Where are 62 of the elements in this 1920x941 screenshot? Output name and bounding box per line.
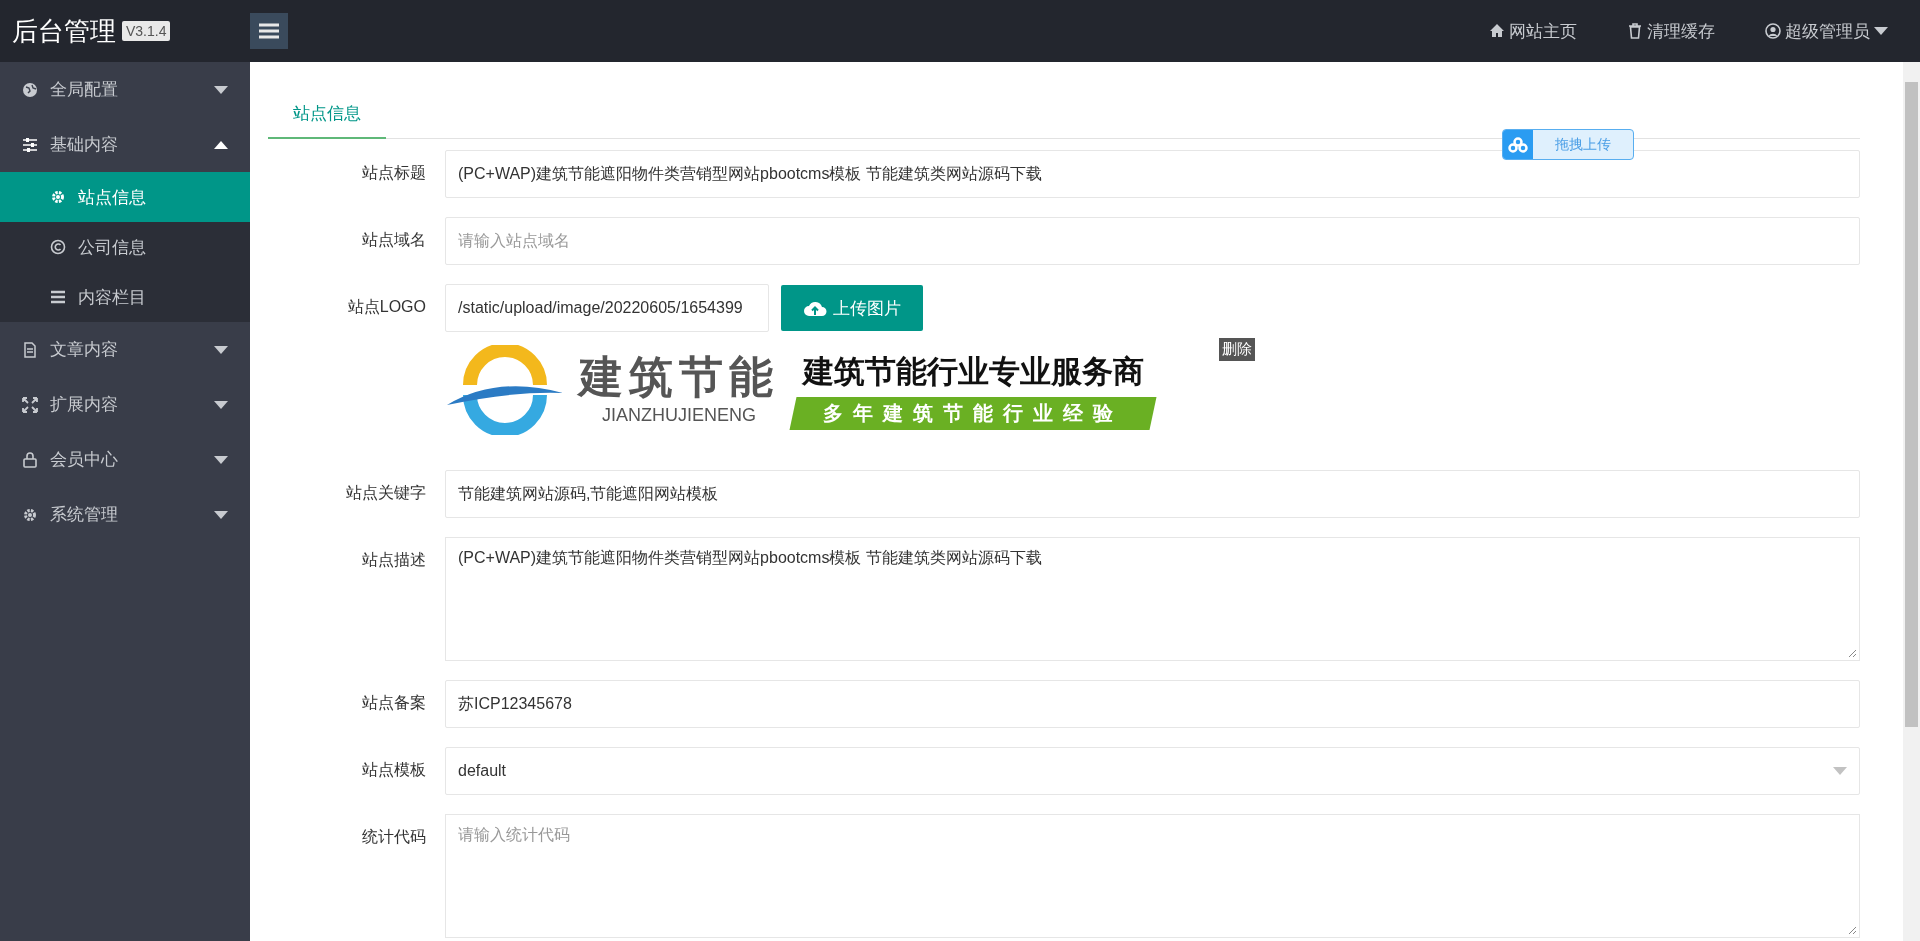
sidebar-item[interactable]: 全局配置	[0, 62, 250, 117]
document-icon	[22, 341, 38, 358]
gear-icon	[50, 189, 66, 205]
home-icon	[1489, 23, 1505, 39]
sidebar-item[interactable]: 系统管理	[0, 487, 250, 542]
header-link[interactable]: 清理缓存	[1627, 19, 1715, 43]
field-label: 站点关键字	[345, 483, 426, 503]
sidebar-item[interactable]: 基础内容	[0, 117, 250, 172]
field-label: 站点域名	[361, 230, 426, 250]
expand-arrows-icon	[22, 396, 38, 413]
caret-icon	[214, 455, 228, 464]
caret-icon	[214, 400, 228, 409]
version-badge: V3.1.4	[122, 21, 171, 41]
copyright-icon	[50, 239, 66, 255]
text-field[interactable]: (PC+WAP)建筑节能遮阳物件类营销型网站pbootcms模板 节能建筑类网站源码下载	[445, 150, 1860, 198]
caret-icon	[1874, 27, 1888, 35]
text-field[interactable]: /static/upload/image/20220605/1654399	[445, 284, 769, 332]
textarea-field[interactable]: (PC+WAP)建筑节能遮阳物件类营销型网站pbootcms模板 节能建筑类网站源码下载	[445, 537, 1860, 661]
header-link[interactable]: 超级管理员	[1765, 19, 1888, 43]
delete-button[interactable]: 删除	[1219, 338, 1255, 361]
list-icon	[50, 289, 66, 305]
user-icon	[1765, 23, 1781, 39]
menu-icon	[259, 23, 279, 39]
scrollbar[interactable]	[1903, 62, 1920, 941]
sidebar-subitem[interactable]: 站点信息	[0, 172, 250, 222]
globe-icon	[22, 81, 38, 98]
caret-icon	[214, 510, 228, 519]
sidebar-item[interactable]: 会员中心	[0, 432, 250, 487]
app-title: 后台管理	[12, 14, 116, 48]
caret-icon	[214, 140, 228, 149]
sidebar-subitem[interactable]: 公司信息	[0, 222, 250, 272]
field-label: 统计代码	[361, 827, 426, 847]
field-label: 站点标题	[361, 163, 426, 183]
upload-image-button[interactable]: 上传图片	[781, 285, 923, 331]
trash-icon	[1627, 23, 1643, 39]
sidebar-item[interactable]: 文章内容	[0, 322, 250, 377]
logo-pinyin-text: JIANZHUJIENENG	[602, 404, 756, 426]
caret-icon	[1833, 767, 1847, 775]
cloud-upload-icon	[803, 299, 827, 317]
field-label: 站点描述	[361, 550, 426, 570]
logo-slogan-text: 建筑节能行业专业服务商	[802, 352, 1144, 391]
sidebar-item[interactable]: 扩展内容	[0, 377, 250, 432]
logo-banner: 多年建筑节能行业经验	[789, 396, 1157, 430]
menu-button[interactable]	[250, 13, 288, 49]
caret-icon	[214, 345, 228, 354]
sliders-icon	[22, 136, 38, 153]
text-field[interactable]: 苏ICP12345678	[445, 680, 1860, 728]
resize-grip-icon[interactable]	[1848, 926, 1857, 935]
field-label: 站点备案	[361, 693, 426, 713]
cloud-rings-icon	[1508, 136, 1528, 153]
tab[interactable]: 站点信息	[268, 90, 386, 139]
gear-icon	[22, 506, 38, 523]
logo-brand-text: 建筑节能	[579, 354, 779, 399]
field-label: 站点LOGO	[346, 297, 426, 317]
select-field[interactable]: default	[445, 747, 1860, 795]
field-label: 站点模板	[361, 760, 426, 780]
text-field[interactable]: 节能建筑网站源码,节能遮阳网站模板	[445, 470, 1860, 518]
sidebar-subitem[interactable]: 内容栏目	[0, 272, 250, 322]
lock-icon	[22, 451, 38, 468]
resize-grip-icon[interactable]	[1848, 649, 1857, 658]
header-link[interactable]: 网站主页	[1489, 19, 1577, 43]
caret-icon	[214, 85, 228, 94]
